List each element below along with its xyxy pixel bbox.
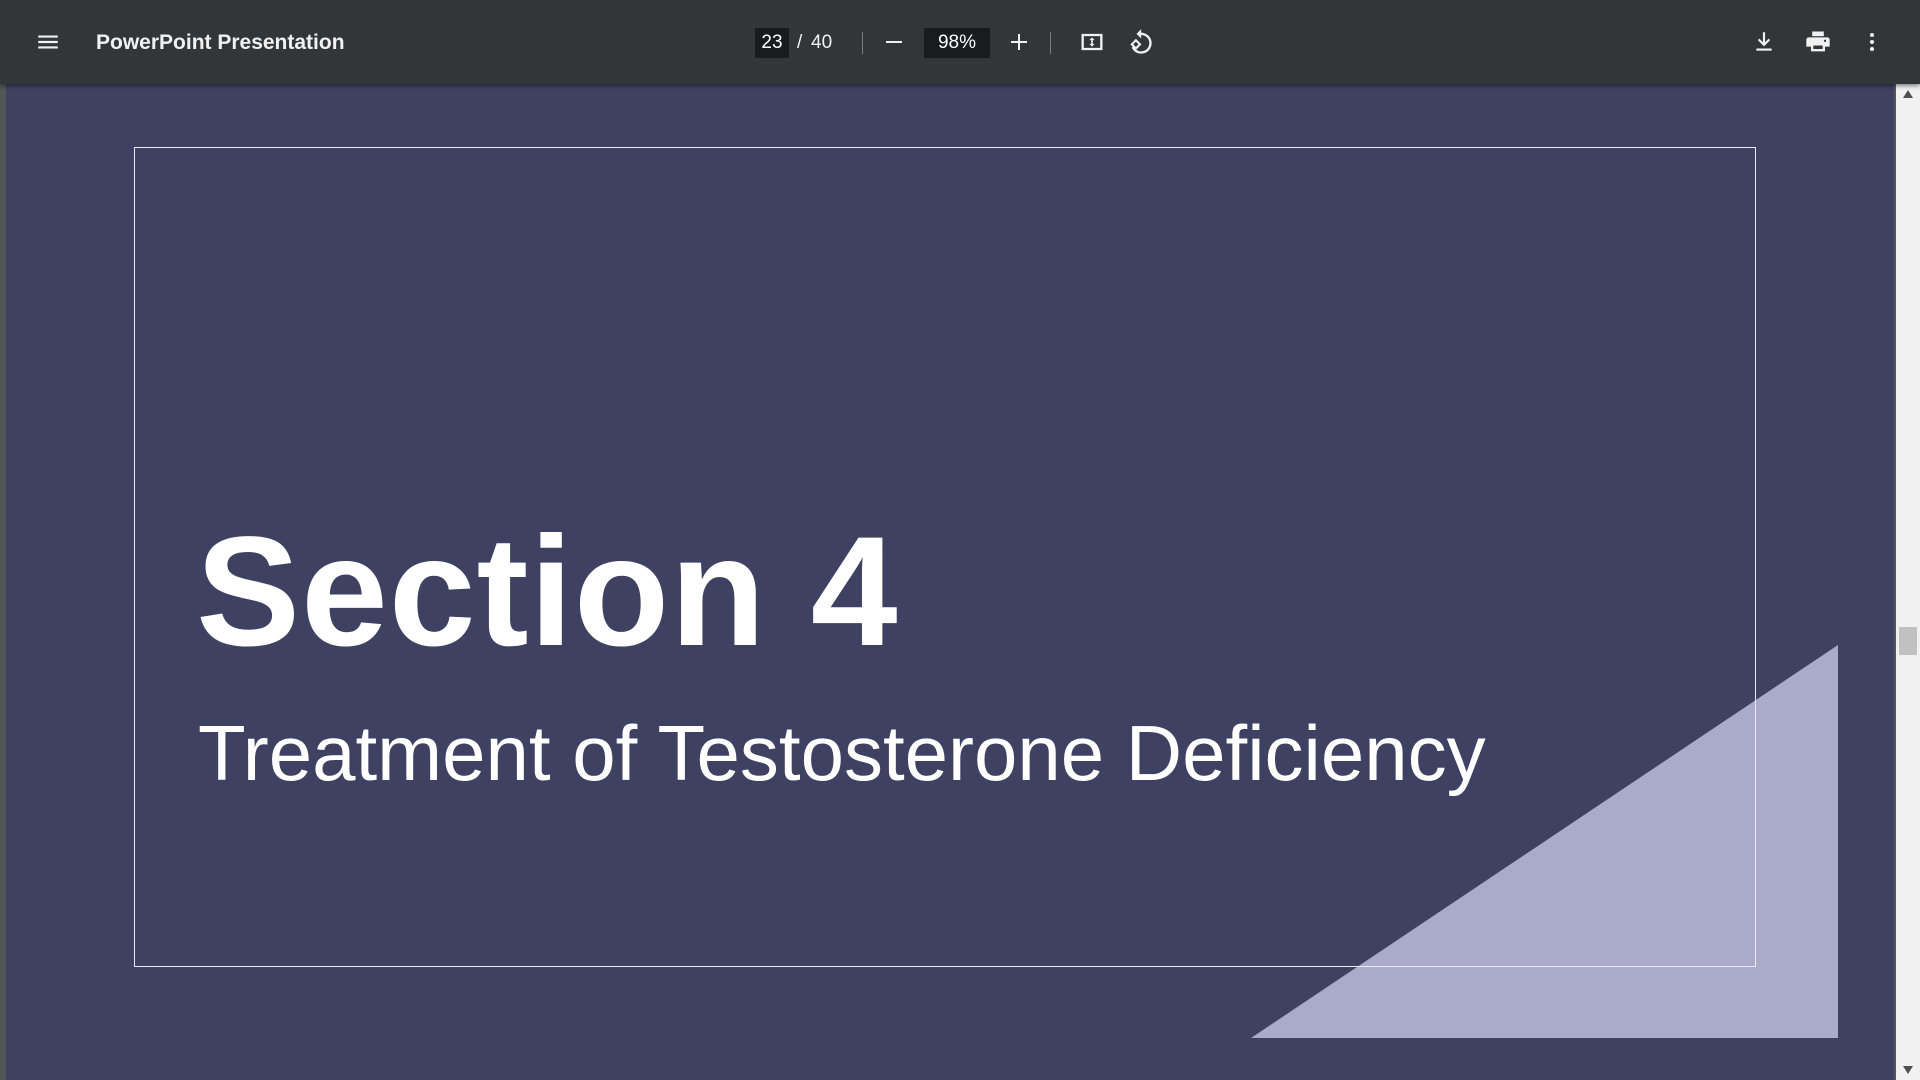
slide-page: Section 4 Treatment of Testosterone Defi… xyxy=(6,84,1894,1080)
slide-title: Section 4 xyxy=(196,505,899,679)
plus-icon xyxy=(1011,34,1027,50)
scroll-up-button[interactable] xyxy=(1896,84,1920,104)
slide-subtitle: Treatment of Testosterone Deficiency xyxy=(198,709,1486,797)
print-button[interactable] xyxy=(1798,22,1838,62)
minus-icon xyxy=(886,41,902,43)
document-viewer[interactable]: Section 4 Treatment of Testosterone Defi… xyxy=(0,84,1896,1080)
rotate-button[interactable] xyxy=(1120,22,1160,62)
page-separator: / xyxy=(797,32,803,53)
menu-icon xyxy=(38,35,58,49)
menu-button[interactable] xyxy=(28,22,68,62)
scrollbar-thumb[interactable] xyxy=(1899,627,1917,655)
zoom-level-input[interactable] xyxy=(924,28,990,58)
more-actions-button[interactable] xyxy=(1852,22,1892,62)
download-icon xyxy=(1756,32,1772,51)
zoom-out-button[interactable] xyxy=(874,22,914,62)
triangle-up-icon xyxy=(1903,90,1913,98)
fit-to-page-button[interactable] xyxy=(1072,22,1112,62)
pdf-toolbar: PowerPoint Presentation / 40 xyxy=(0,0,1920,84)
fit-to-page-icon xyxy=(1081,33,1103,51)
toolbar-divider xyxy=(1050,32,1051,54)
total-pages: 40 xyxy=(811,32,833,53)
zoom-in-button[interactable] xyxy=(999,22,1039,62)
print-icon xyxy=(1806,31,1830,52)
scroll-down-button[interactable] xyxy=(1896,1060,1920,1080)
page-number-input[interactable] xyxy=(755,28,789,58)
document-title: PowerPoint Presentation xyxy=(96,31,345,54)
vertical-scrollbar[interactable] xyxy=(1896,84,1920,1080)
rotate-counterclockwise-icon xyxy=(1130,29,1152,54)
download-button[interactable] xyxy=(1744,22,1784,62)
toolbar-divider xyxy=(862,32,863,54)
more-vert-icon xyxy=(1870,33,1874,51)
triangle-down-icon xyxy=(1903,1066,1913,1074)
